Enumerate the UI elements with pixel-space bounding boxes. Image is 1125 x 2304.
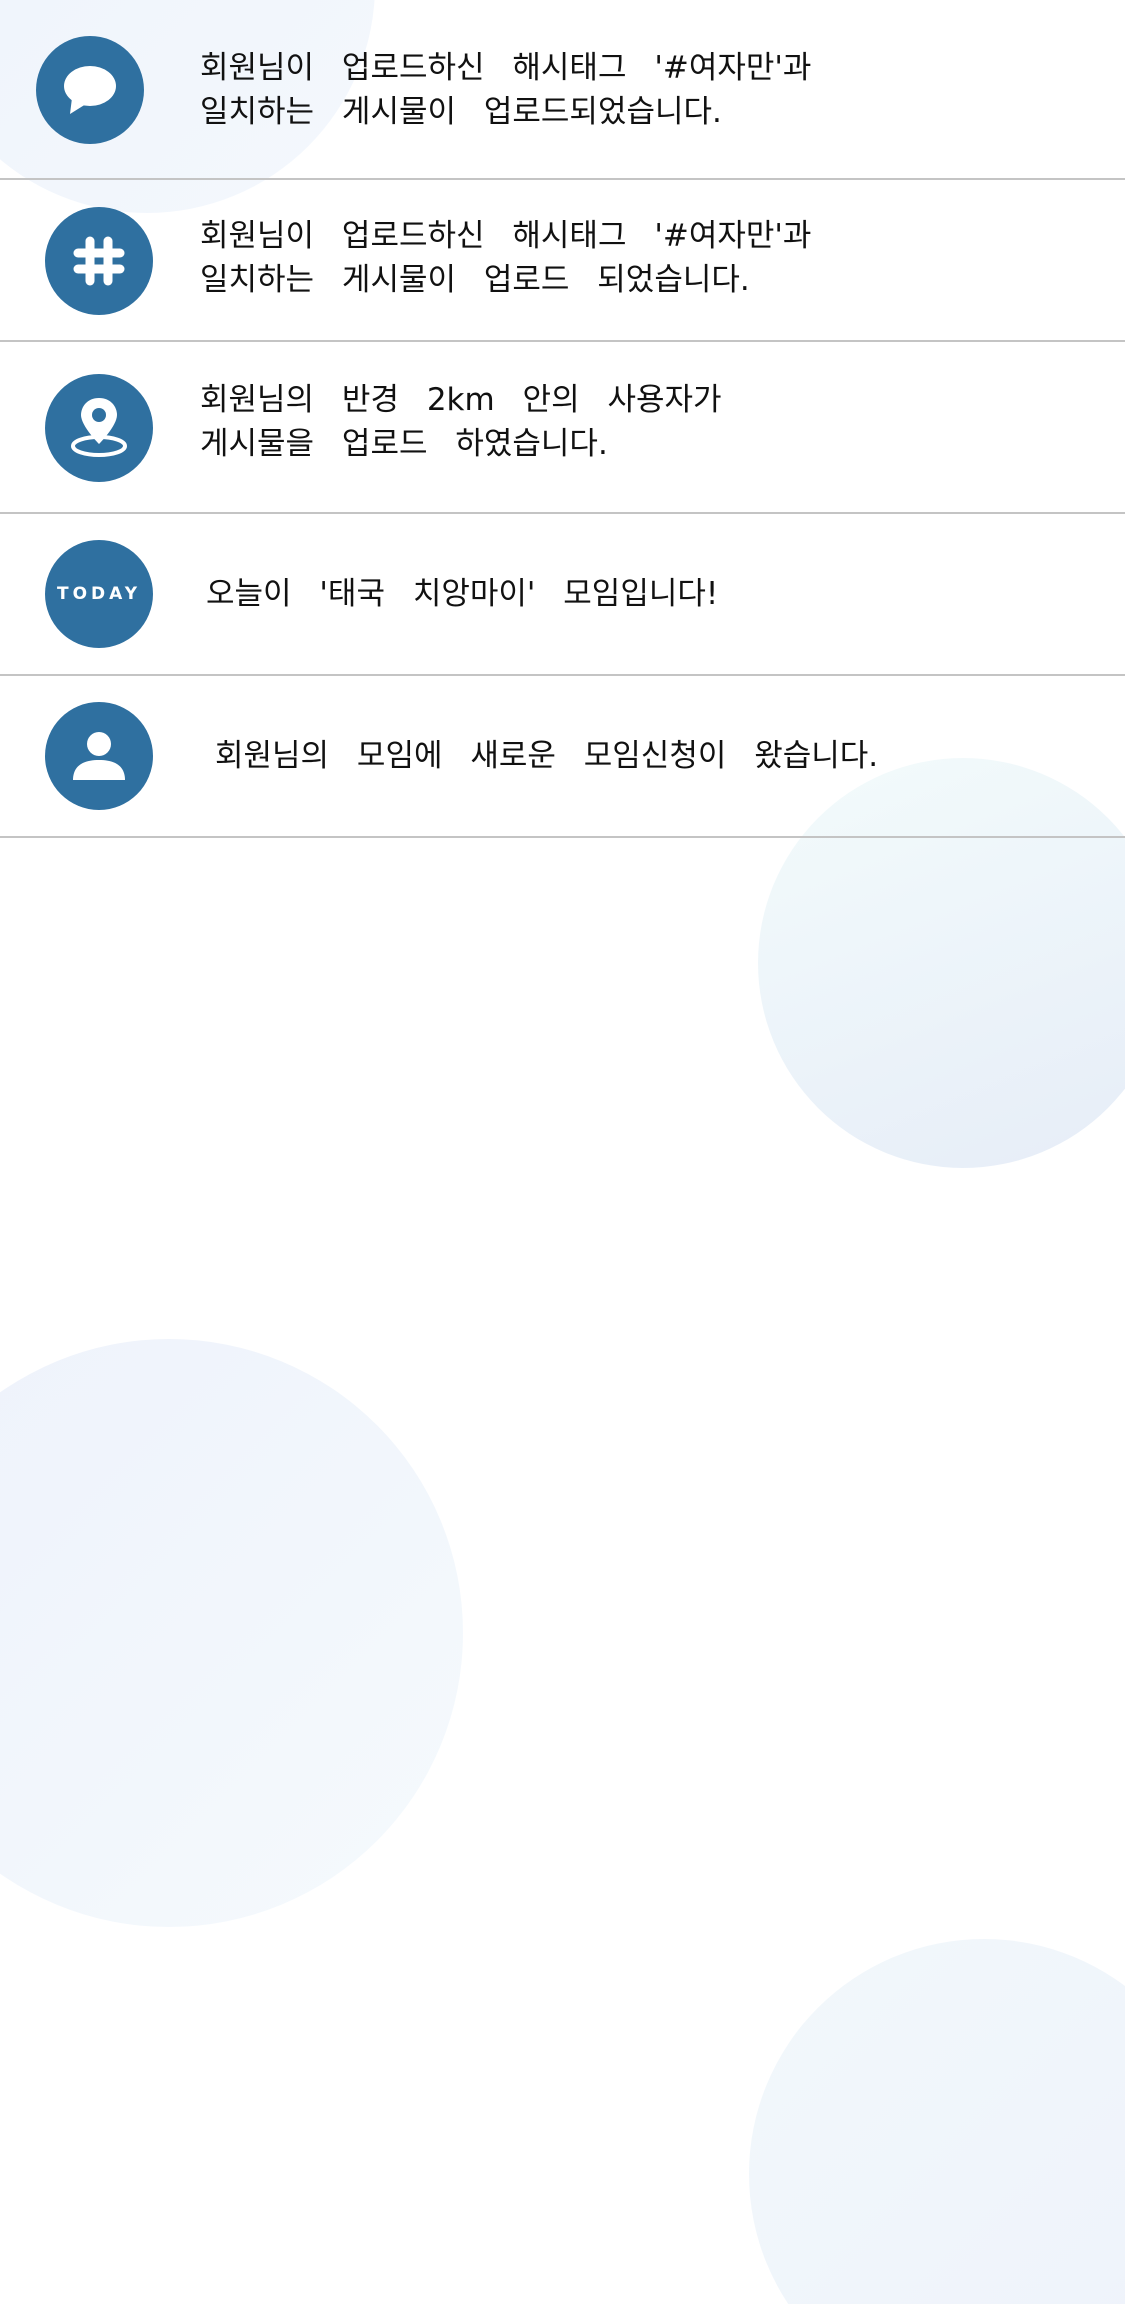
notification-item[interactable]: 회원님의 반경 2km 안의 사용자가 게시물을 업로드 하였습니다. <box>0 342 1125 514</box>
today-icon: TODAY <box>45 540 153 648</box>
notification-text: 회원님이 업로드하신 해시태그 '#여자만'과 일치하는 게시물이 업로드 되었습… <box>200 218 812 298</box>
notification-text: 회원님이 업로드하신 해시태그 '#여자만'과 일치하는 게시물이 업로드되었습니… <box>200 50 812 130</box>
hashtag-icon <box>45 207 153 315</box>
notification-list: 회원님이 업로드하신 해시태그 '#여자만'과 일치하는 게시물이 업로드되었습니… <box>0 0 1125 838</box>
location-pin-icon <box>45 374 153 482</box>
notification-text: 회원님의 모임에 새로운 모임신청이 왔습니다. <box>215 738 879 774</box>
background-circle <box>0 1339 463 1927</box>
notification-item[interactable]: 회원님이 업로드하신 해시태그 '#여자만'과 일치하는 게시물이 업로드되었습니… <box>0 0 1125 180</box>
notification-text: 회원님의 반경 2km 안의 사용자가 게시물을 업로드 하였습니다. <box>200 382 722 462</box>
speech-bubble-icon <box>36 36 144 144</box>
person-icon <box>45 702 153 810</box>
background-circle <box>749 1939 1125 2304</box>
notification-item[interactable]: 회원님의 모임에 새로운 모임신청이 왔습니다. <box>0 676 1125 838</box>
notification-item[interactable]: TODAY 오늘이 '태국 치앙마이' 모임입니다! <box>0 514 1125 676</box>
notification-item[interactable]: 회원님이 업로드하신 해시태그 '#여자만'과 일치하는 게시물이 업로드 되었습… <box>0 180 1125 342</box>
notification-text: 오늘이 '태국 치앙마이' 모임입니다! <box>206 576 719 612</box>
